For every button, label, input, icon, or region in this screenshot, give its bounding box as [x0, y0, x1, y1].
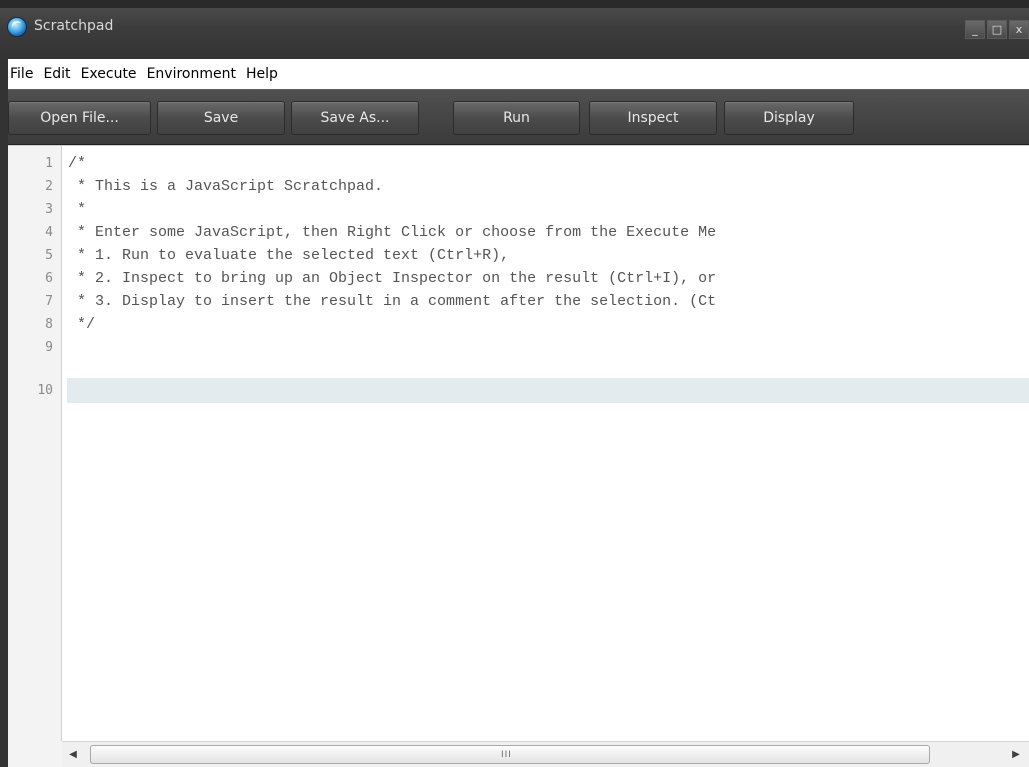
scroll-left-arrow-icon[interactable]: ◀ [66, 748, 80, 762]
menu-edit[interactable]: Edit [43, 66, 70, 82]
line-number: 2 [45, 179, 53, 194]
scrollbar-thumb[interactable]: III [90, 745, 930, 764]
scrollbar-corner [8, 741, 62, 767]
window-controls: _ □ x [965, 20, 1029, 39]
code-editor[interactable]: 1 2 3 4 5 6 7 8 9 10 /* * This is a Java… [8, 145, 1029, 742]
close-button[interactable]: x [1009, 20, 1029, 39]
current-line-highlight [67, 378, 1029, 403]
code-line: * 1. Run to evaluate the selected text (… [68, 247, 510, 264]
run-button[interactable]: Run [453, 101, 580, 135]
scroll-right-arrow-icon[interactable]: ▶ [1009, 748, 1023, 762]
horizontal-scrollbar[interactable]: ◀ III ▶ [62, 741, 1029, 767]
line-number: 6 [45, 271, 53, 286]
minimize-button[interactable]: _ [965, 20, 985, 39]
maximize-button[interactable]: □ [987, 20, 1007, 39]
scrollbar-grip: III [501, 750, 512, 760]
title-bar[interactable]: Scratchpad _ □ x [0, 0, 1029, 59]
menu-bar: File Edit Execute Environment Help [8, 59, 1029, 89]
line-number-gutter: 1 2 3 4 5 6 7 8 9 10 [8, 146, 62, 742]
line-number: 4 [45, 225, 53, 240]
window-title: Scratchpad [34, 18, 114, 34]
menu-file[interactable]: File [10, 66, 33, 82]
line-number: 9 [45, 340, 53, 355]
line-number: 5 [45, 248, 53, 263]
code-line: * Enter some JavaScript, then Right Clic… [68, 224, 717, 241]
inspect-button[interactable]: Inspect [589, 101, 717, 135]
line-number: 1 [45, 156, 53, 171]
save-button[interactable]: Save [157, 101, 285, 135]
menu-help[interactable]: Help [246, 66, 278, 82]
save-as-button[interactable]: Save As... [291, 101, 419, 135]
code-line: * 3. Display to insert the result in a c… [68, 293, 717, 310]
line-number: 7 [45, 294, 53, 309]
code-line: * [68, 201, 87, 218]
menu-execute[interactable]: Execute [81, 66, 137, 82]
code-line: */ [68, 316, 96, 333]
code-line: * 2. Inspect to bring up an Object Inspe… [68, 270, 717, 287]
line-number: 3 [45, 202, 53, 217]
window-frame-left [0, 59, 8, 767]
firefox-app-icon [7, 17, 27, 37]
line-number: 10 [37, 383, 53, 398]
code-line: * This is a JavaScript Scratchpad. [68, 178, 384, 195]
scratchpad-window: Scratchpad _ □ x File Edit Execute Envir… [0, 0, 1029, 767]
display-button[interactable]: Display [724, 101, 854, 135]
menu-environment[interactable]: Environment [147, 66, 236, 82]
open-file-button[interactable]: Open File... [8, 101, 151, 135]
code-line: /* [68, 155, 87, 172]
line-number: 8 [45, 317, 53, 332]
toolbar: Open File... Save Save As... Run Inspect… [8, 89, 1029, 145]
